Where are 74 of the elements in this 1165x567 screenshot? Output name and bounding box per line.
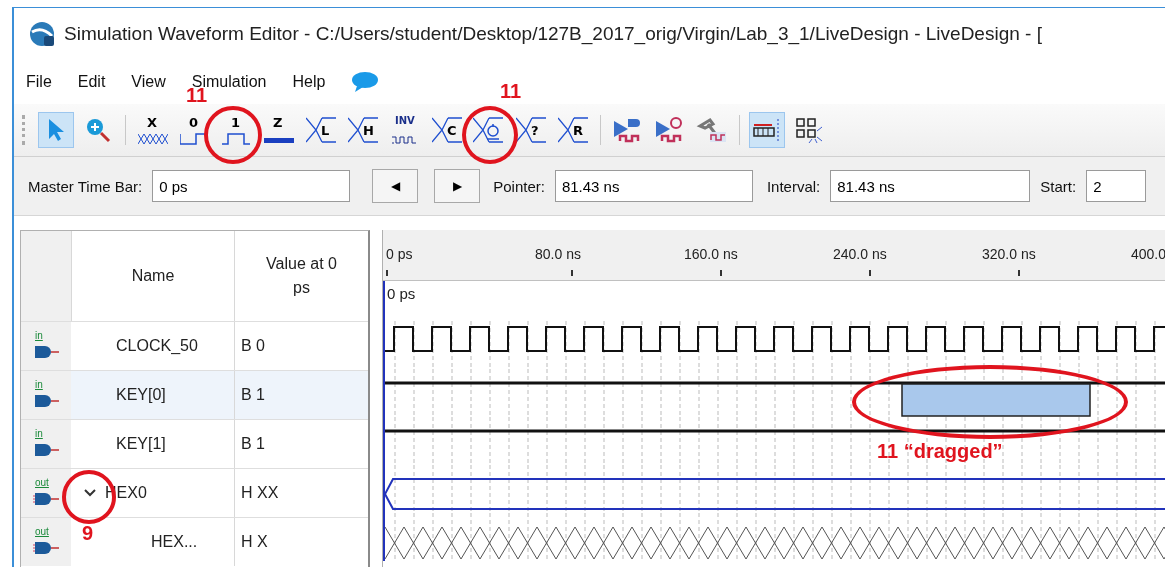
signal-name: HEX... xyxy=(151,533,198,551)
toolbar-button[interactable]: ? xyxy=(513,112,549,148)
transition-icon xyxy=(432,116,462,144)
interval-label: Interval: xyxy=(766,177,821,195)
grid-icon xyxy=(795,117,823,143)
app-logo-icon xyxy=(28,20,56,48)
signal-name: CLOCK_50 xyxy=(116,337,198,355)
transition-icon xyxy=(306,116,336,144)
start-label: Start: xyxy=(1040,177,1077,195)
signal-row[interactable]: in CLOCK_50 B 0 xyxy=(21,321,368,370)
cursor-time-label: 0 ps xyxy=(387,285,416,302)
signal-value: B 1 xyxy=(241,386,265,404)
signal-value: B 0 xyxy=(241,337,265,355)
previous-button[interactable]: ◀ xyxy=(372,169,419,203)
tick-mark xyxy=(1018,270,1020,276)
toolbar-button[interactable]: X xyxy=(135,112,171,148)
tick-mark xyxy=(571,270,573,276)
transition-icon xyxy=(558,116,588,144)
toolbar-button[interactable]: Z xyxy=(261,112,297,148)
menu-item[interactable]: Edit xyxy=(77,73,106,91)
master-time-field[interactable]: 0 ps xyxy=(152,170,351,202)
signal-row[interactable]: in KEY[1] B 1 xyxy=(21,419,368,468)
clock-transition-icon xyxy=(473,116,505,144)
pointer-field[interactable]: 81.43 ns xyxy=(554,170,753,202)
toolbar-button[interactable] xyxy=(749,112,785,148)
toolbar-button[interactable]: R xyxy=(555,112,591,148)
bar-icon xyxy=(264,138,294,144)
time-tick-label: 320.0 ns xyxy=(982,246,1036,262)
toolbar-button[interactable]: 0 xyxy=(177,112,213,148)
high-level-icon xyxy=(222,132,252,146)
annotation-circle xyxy=(462,106,518,164)
next-button[interactable]: ▶ xyxy=(434,169,481,203)
master-time-bar-label: Master Time Bar: xyxy=(28,177,143,195)
toolbar-button[interactable]: C xyxy=(429,112,465,148)
annotation-text: 11 “dragged” xyxy=(877,440,1003,463)
annotation-number: 11 xyxy=(500,80,522,103)
signal-value: H XX xyxy=(241,484,279,502)
menu-item[interactable]: Help xyxy=(292,73,326,91)
snap-icon xyxy=(752,117,782,143)
tick-mark xyxy=(386,270,388,276)
annotation-circle xyxy=(204,106,262,164)
time-tick-label: 0 ps xyxy=(386,246,413,262)
signal-name: KEY[1] xyxy=(116,435,166,453)
toolbar-button[interactable]: L xyxy=(303,112,339,148)
time-tick-label: 160.0 ns xyxy=(684,246,738,262)
time-tick-label: 80.0 ns xyxy=(535,246,581,262)
wave-icon xyxy=(392,135,418,145)
signal-row[interactable]: in KEY[0] B 1 xyxy=(21,370,368,419)
time-tick-label: 400.0 xyxy=(1131,246,1165,262)
window-title: Simulation Waveform Editor - C:/Users/student/Desktop/127B_2017_orig/Virgin/Lab_3_1/LiveDesign - LiveDesign - [ xyxy=(64,23,1042,45)
tick-mark xyxy=(869,270,871,276)
interval-field[interactable]: 81.43 ns xyxy=(830,170,1031,202)
menu-item[interactable]: File xyxy=(26,73,52,91)
signal-name: KEY[0] xyxy=(116,386,166,404)
pointer-icon xyxy=(47,118,65,142)
value-column-header: Value at 0 ps xyxy=(265,254,338,298)
pointer-label: Pointer: xyxy=(493,177,545,195)
signal-value: H X xyxy=(241,533,268,551)
menu-item[interactable]: View xyxy=(131,73,166,91)
zoom-icon xyxy=(85,117,111,143)
toolbar-button[interactable]: 1 xyxy=(219,112,255,148)
toolbar-button[interactable]: INV xyxy=(387,112,423,148)
time-tick-label: 240.0 ns xyxy=(833,246,887,262)
start-field[interactable]: 2 xyxy=(1086,170,1147,202)
hatch-icon xyxy=(138,132,168,146)
transition-icon xyxy=(516,116,546,144)
transition-icon xyxy=(348,116,378,144)
hammer-icon xyxy=(696,116,728,144)
chevron-icon[interactable] xyxy=(83,488,97,498)
signal-value: B 1 xyxy=(241,435,265,453)
annotation-number: 9 xyxy=(82,522,94,545)
chat-bubble-icon[interactable] xyxy=(351,71,380,93)
toolbar-button[interactable]: H xyxy=(345,112,381,148)
tick-mark xyxy=(720,270,722,276)
